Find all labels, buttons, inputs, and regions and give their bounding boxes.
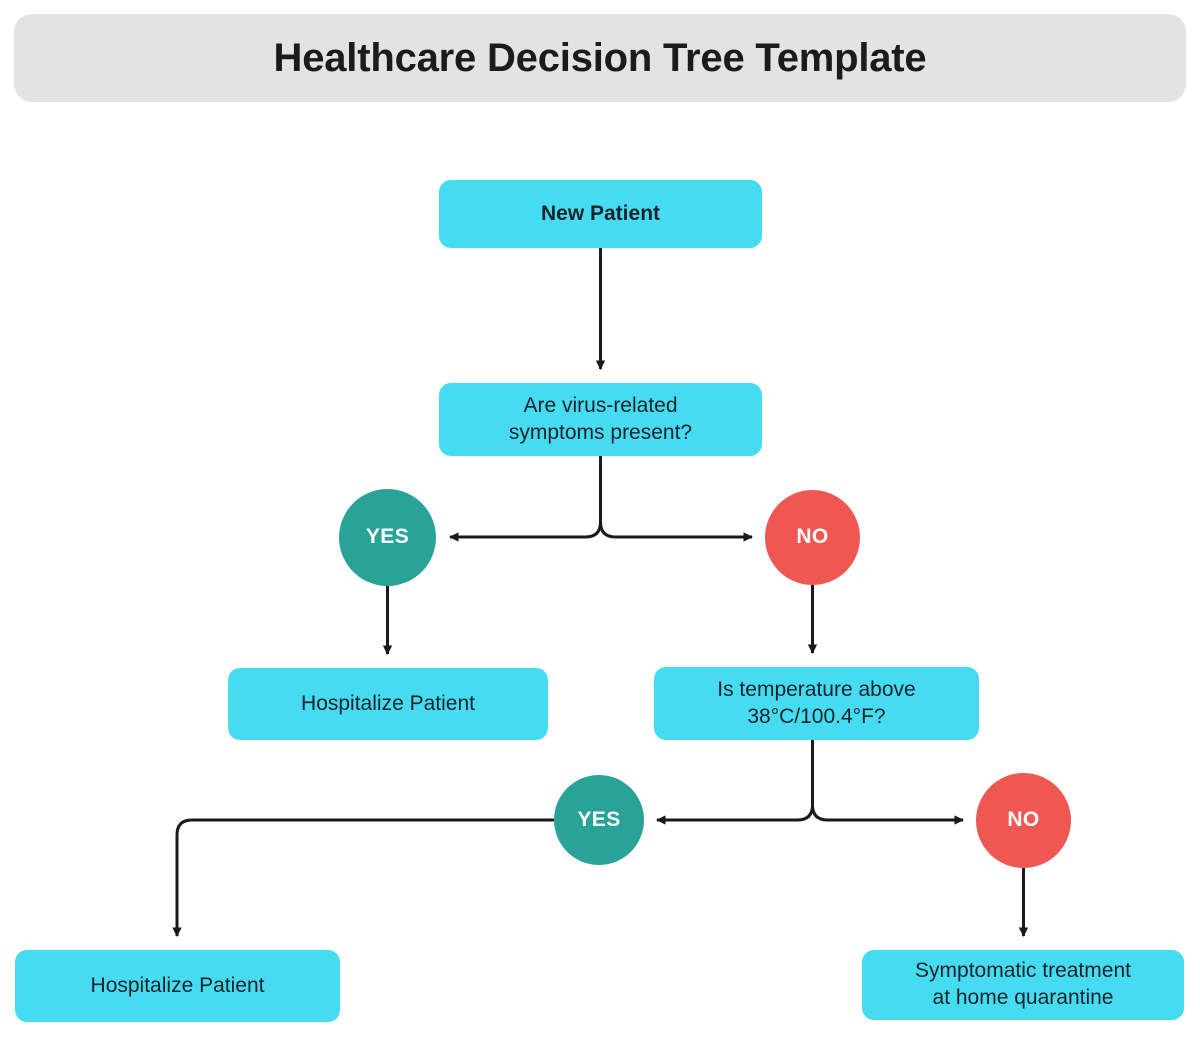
node-symptomatic-treatment-line2: at home quarantine <box>932 986 1114 1009</box>
edge-layer <box>172 248 1029 937</box>
node-hospitalize-patient-1[interactable]: Hospitalize Patient <box>228 668 548 740</box>
node-no-symptoms[interactable]: NO <box>765 490 860 585</box>
node-no-temperature[interactable]: NO <box>976 773 1071 868</box>
node-temperature-question-line1: Is temperature above <box>717 677 916 701</box>
node-new-patient[interactable]: New Patient <box>439 180 762 248</box>
node-symptoms-question-label: Are virus-related symptoms present? <box>509 393 692 447</box>
node-symptoms-question[interactable]: Are virus-related symptoms present? <box>439 383 762 456</box>
edge-yes2-to-hospitalize2 <box>172 818 554 937</box>
page-title: Healthcare Decision Tree Template <box>273 35 927 80</box>
flowchart-canvas: Healthcare Decision Tree Template New Pa… <box>0 0 1200 1039</box>
node-hospitalize-patient-2-label: Hospitalize Patient <box>90 973 265 997</box>
edge-temperature-to-no <box>811 740 964 825</box>
node-yes-temperature[interactable]: YES <box>554 775 644 865</box>
node-no-symptoms-label: NO <box>796 525 829 549</box>
node-temperature-question-label: Is temperature above 38°C/100.4°F? <box>717 677 915 731</box>
node-symptomatic-treatment-line1: Symptomatic treatment <box>915 959 1131 983</box>
node-hospitalize-patient-2[interactable]: Hospitalize Patient <box>15 950 340 1022</box>
node-yes-temperature-label: YES <box>577 807 621 831</box>
edge-temperature-to-yes <box>656 740 814 825</box>
node-new-patient-label: New Patient <box>540 201 661 225</box>
node-yes-symptoms[interactable]: YES <box>339 489 436 586</box>
node-symptoms-question-line1: Are virus-related <box>523 393 678 417</box>
node-no-temperature-label: NO <box>1007 808 1040 832</box>
node-hospitalize-patient-1-label: Hospitalize Patient <box>301 691 475 715</box>
node-symptomatic-treatment-label: Symptomatic treatment at home quarantine <box>915 958 1131 1012</box>
node-yes-symptoms-label: YES <box>365 525 410 549</box>
node-temperature-question-line2: 38°C/100.4°F? <box>747 704 886 728</box>
node-symptoms-question-line2: symptoms present? <box>508 420 693 444</box>
edge-symptoms-to-yes <box>449 456 602 542</box>
edge-symptoms-to-no <box>599 456 753 542</box>
node-symptomatic-treatment[interactable]: Symptomatic treatment at home quarantine <box>862 950 1184 1020</box>
node-temperature-question[interactable]: Is temperature above 38°C/100.4°F? <box>654 667 979 740</box>
title-banner: Healthcare Decision Tree Template <box>14 14 1186 102</box>
